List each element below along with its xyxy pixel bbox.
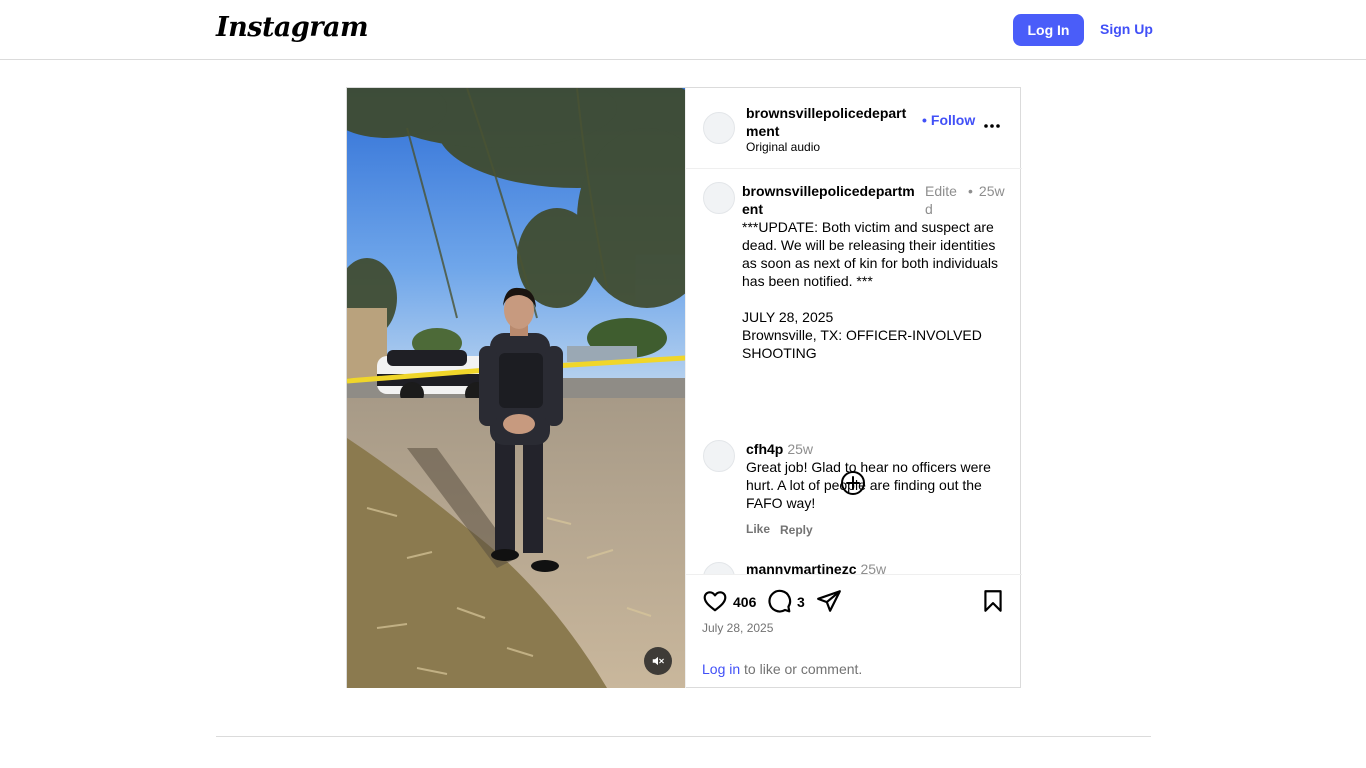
muted-speaker-icon xyxy=(652,656,664,666)
bookmark-icon[interactable] xyxy=(980,588,1006,614)
comment-like-button[interactable]: Like xyxy=(746,522,770,536)
separator-dot: • xyxy=(968,183,973,199)
comment-username[interactable]: mannymartinezc xyxy=(746,561,856,574)
author-username[interactable]: brownsvillepolicedepartment xyxy=(746,104,918,140)
login-prompt-link[interactable]: Log in xyxy=(702,661,740,677)
separator-dot: • xyxy=(922,112,927,128)
author-avatar[interactable] xyxy=(703,112,735,144)
follow-button[interactable]: • Follow xyxy=(922,112,975,128)
post-card: brownsvillepolicedepartment Original aud… xyxy=(346,87,1022,688)
post-side-panel: brownsvillepolicedepartment Original aud… xyxy=(685,88,1022,688)
login-prompt: Log in to like or comment. xyxy=(702,661,862,677)
comment-header: cfh4p 25w xyxy=(746,440,813,458)
comment-time: 25w xyxy=(787,441,814,457)
mute-toggle-button[interactable] xyxy=(644,647,672,675)
comment-header: mannymartinezc 25w xyxy=(746,560,886,574)
caption-username[interactable]: brownsvillepolicedepartment xyxy=(742,182,918,218)
footer-divider xyxy=(216,736,1151,737)
comment-time: 25w xyxy=(860,561,887,574)
more-horizontal-icon[interactable] xyxy=(982,116,1002,136)
follow-label: Follow xyxy=(930,112,976,128)
caption-time-value: 25w xyxy=(978,183,1005,199)
post-actions: 406 3 July 28, 2025 Log in to like or co… xyxy=(686,574,1022,688)
sign-up-link[interactable]: Sign Up xyxy=(1100,21,1153,37)
comment-text: Great job! Glad to hear no officers were… xyxy=(746,459,991,511)
caption-text: ***UPDATE: Both victim and suspect are d… xyxy=(742,219,999,361)
instagram-logo[interactable]: Instagram xyxy=(216,12,369,43)
post-video[interactable] xyxy=(347,88,685,688)
comment-count[interactable]: 3 xyxy=(797,594,805,610)
comments-section[interactable]: brownsvillepolicedepartment Edited • 25w … xyxy=(686,170,1022,574)
commenter-avatar[interactable] xyxy=(703,562,735,574)
caption-avatar[interactable] xyxy=(703,182,735,214)
top-nav-bar: Instagram Log In Sign Up xyxy=(0,0,1366,60)
comment-username[interactable]: cfh4p xyxy=(746,441,783,457)
login-prompt-text: to like or comment. xyxy=(740,661,863,677)
audio-label[interactable]: Original audio xyxy=(746,140,820,154)
video-frame xyxy=(347,88,685,688)
commenter-avatar[interactable] xyxy=(703,440,735,472)
comment-reply-button[interactable]: Reply xyxy=(780,523,813,537)
heart-icon[interactable] xyxy=(702,588,728,614)
comment-icon[interactable] xyxy=(766,588,792,614)
like-count[interactable]: 406 xyxy=(733,594,756,610)
post-date[interactable]: July 28, 2025 xyxy=(702,621,773,635)
share-icon[interactable] xyxy=(816,588,842,614)
caption-timestamp: • 25w xyxy=(968,182,1005,200)
edited-label: Edited xyxy=(925,183,957,217)
log-in-button[interactable]: Log In xyxy=(1013,14,1084,46)
post-header: brownsvillepolicedepartment Original aud… xyxy=(686,88,1022,169)
